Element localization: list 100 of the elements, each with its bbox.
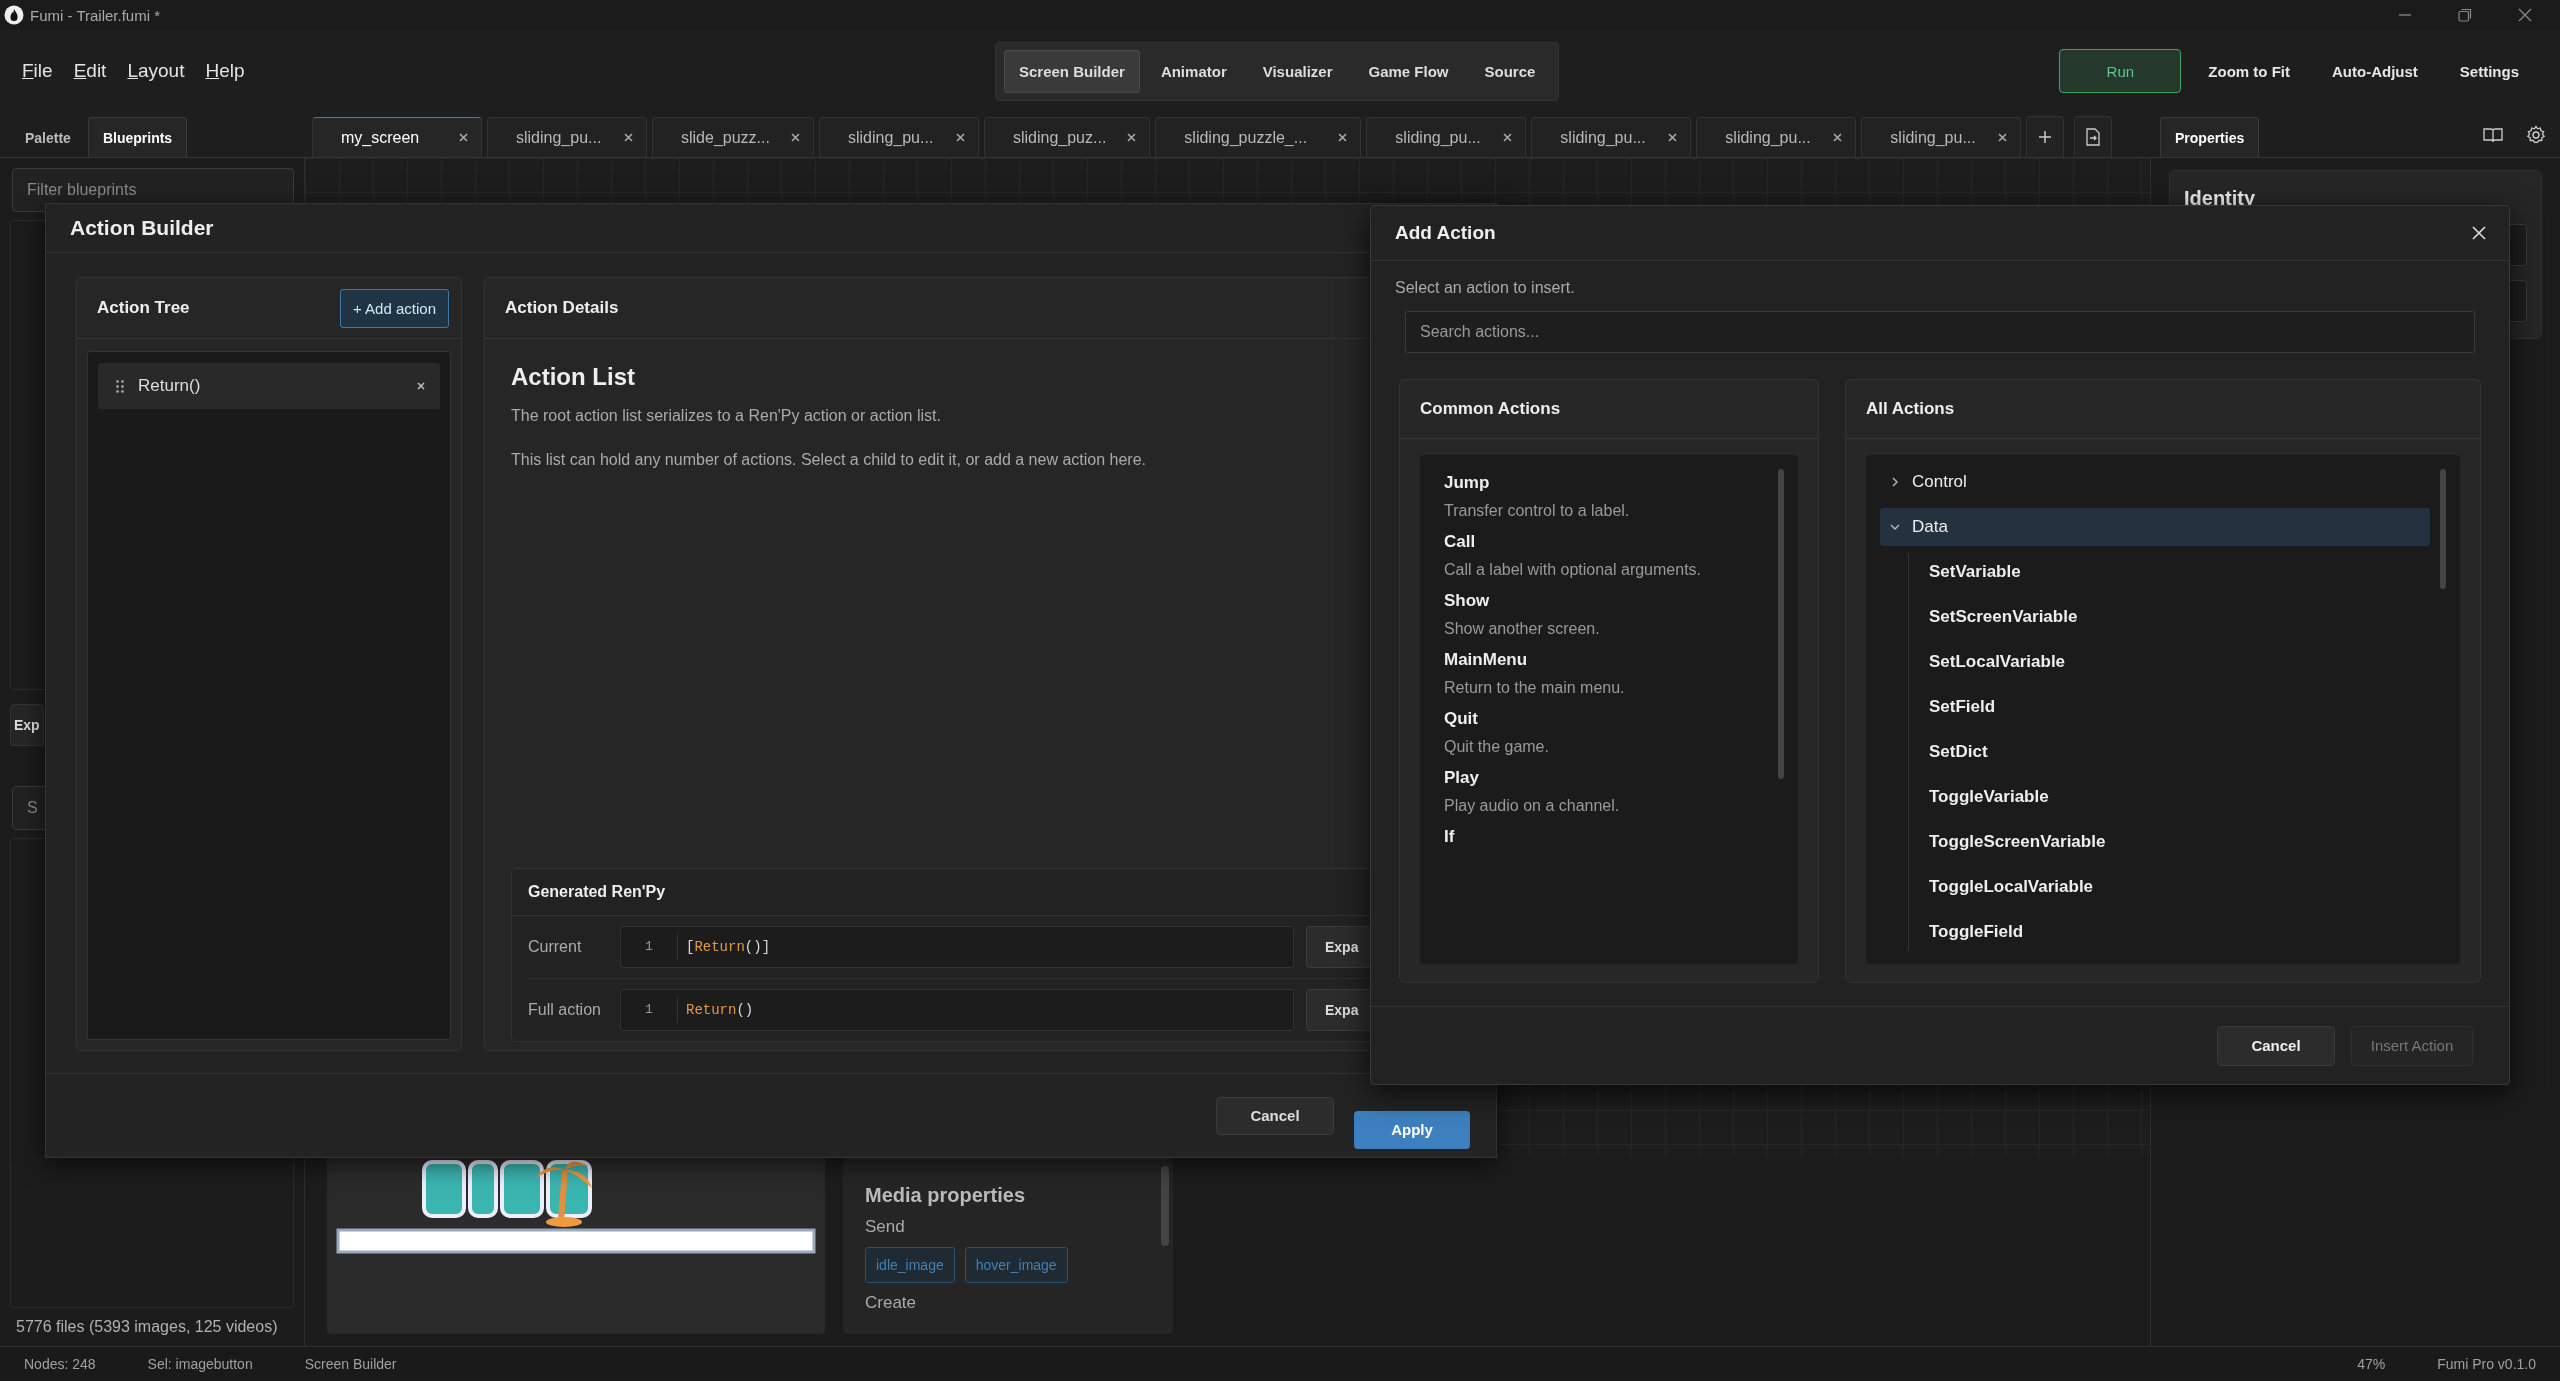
status-text: Nodes: 248	[24, 1356, 96, 1372]
panel-title: Common Actions	[1420, 399, 1561, 419]
label: Create	[865, 1293, 918, 1313]
mode-tab[interactable]: Game Flow	[1353, 49, 1464, 93]
mode-tab[interactable]: Animator	[1145, 49, 1242, 93]
new-tab-button[interactable]	[2026, 116, 2065, 157]
close-icon[interactable]	[416, 381, 426, 391]
tree-item[interactable]: SetField	[1923, 688, 2430, 726]
menu-item[interactable]: Edit	[71, 56, 109, 86]
tree-item[interactable]: Data	[1880, 508, 2430, 546]
section-title: Identity	[2184, 187, 2257, 210]
apply-button[interactable]: Apply	[1354, 1110, 1470, 1149]
tab-label[interactable]: sliding_pu...	[847, 128, 934, 147]
action-name[interactable]: Quit	[1444, 709, 1774, 729]
scrollbar[interactable]	[1161, 1166, 1169, 1246]
chevron-right-icon[interactable]	[1890, 477, 1900, 487]
close-icon[interactable]	[2518, 8, 2532, 22]
properties-tab[interactable]: Properties	[2160, 117, 2260, 157]
action-description: Call a label with optional arguments.	[1444, 561, 1703, 579]
tab-label[interactable]: sliding_pu...	[1395, 128, 1481, 147]
close-icon[interactable]	[623, 132, 634, 143]
menu-item[interactable]: Layout	[125, 56, 187, 86]
document-tab[interactable]: sliding_pu...	[1366, 117, 1527, 157]
file-count: 5776 files (5393 images, 125 videos)	[15, 1317, 279, 1337]
panel-tab[interactable]: Exp	[10, 704, 44, 746]
code-field[interactable]: 1 Return()	[620, 989, 1294, 1031]
action-description: Return to the main menu.	[1444, 679, 1626, 697]
close-icon[interactable]	[789, 132, 801, 143]
tab-label[interactable]: sliding_pu...	[1890, 128, 1976, 147]
tree-item[interactable]: SetDict	[1923, 733, 2430, 771]
dialog-title: Add Action	[1395, 222, 1496, 244]
document-tab[interactable]: sliding_pu...	[818, 117, 979, 157]
tag[interactable]: hover_image	[964, 1247, 1068, 1283]
tab-label[interactable]: sliding_pu...	[516, 128, 602, 147]
close-icon[interactable]	[1502, 132, 1514, 143]
close-icon[interactable]	[1997, 132, 2009, 143]
search-field[interactable]: Search actions...	[1405, 311, 2475, 353]
menu-item[interactable]: Help	[203, 56, 247, 86]
run-button[interactable]: Run	[2059, 49, 2182, 93]
panel-tab[interactable]: Palette	[10, 117, 86, 157]
code-field[interactable]: 1 [Return()]	[620, 926, 1294, 968]
close-icon[interactable]	[1832, 132, 1844, 143]
close-icon[interactable]	[1126, 132, 1138, 143]
tree-item[interactable]: Control	[1880, 463, 2430, 501]
close-icon[interactable]	[1667, 132, 1679, 143]
scrollbar[interactable]	[1778, 469, 1784, 779]
section-title: Action List	[511, 363, 636, 391]
scrollbar[interactable]	[2440, 469, 2446, 589]
close-icon[interactable]	[1337, 132, 1349, 143]
tree-item[interactable]: ToggleField	[1923, 913, 2430, 951]
export-file-button[interactable]	[2074, 116, 2113, 157]
menu-item[interactable]: File	[20, 56, 55, 86]
document-tab[interactable]: sliding_pu...	[1696, 117, 1857, 157]
tab-label[interactable]: sliding_pu...	[1560, 128, 1646, 147]
panel-tab[interactable]: Blueprints	[87, 117, 188, 157]
tree-item[interactable]: ToggleVariable	[1923, 778, 2430, 816]
document-tab[interactable]: sliding_pu...	[1531, 117, 1692, 157]
action-name[interactable]: If	[1444, 827, 1774, 847]
action-name[interactable]: MainMenu	[1444, 650, 1774, 670]
mode-tab[interactable]: Visualizer	[1247, 49, 1348, 93]
tab-label[interactable]: my_screen	[341, 128, 420, 147]
close-icon[interactable]	[458, 132, 469, 143]
tree-item[interactable]: Return()	[98, 363, 440, 409]
action-name[interactable]: Show	[1444, 591, 1774, 611]
document-tab[interactable]: sliding_pu...	[487, 117, 647, 157]
add-action-button[interactable]: + Add action	[340, 288, 449, 328]
toolbar-button[interactable]: Auto-Adjust	[2311, 52, 2439, 90]
book-icon[interactable]	[2483, 126, 2503, 143]
document-tab[interactable]: sliding_puz...	[983, 117, 1151, 157]
settings-icon[interactable]	[2526, 124, 2546, 145]
close-icon[interactable]	[954, 132, 966, 143]
tree-item[interactable]: ToggleLocalVariable	[1923, 868, 2430, 906]
action-description: Quit the game.	[1444, 738, 1550, 756]
tree-item[interactable]: SetVariable	[1923, 553, 2430, 591]
toolbar-button[interactable]: Settings	[2438, 52, 2540, 90]
document-tab[interactable]: my_screen	[312, 117, 482, 157]
mode-tab[interactable]: Source	[1469, 49, 1551, 93]
action-name[interactable]: Play	[1444, 768, 1774, 788]
panel-title: All Actions	[1866, 399, 1955, 419]
cancel-button[interactable]: Cancel	[2217, 1025, 2335, 1066]
tree-item[interactable]: SetLocalVariable	[1923, 643, 2430, 681]
tree-item[interactable]: SetScreenVariable	[1923, 598, 2430, 636]
restore-icon[interactable]	[2458, 8, 2472, 22]
tab-label[interactable]: sliding_pu...	[1725, 128, 1811, 147]
tab-label[interactable]: slide_puzz...	[681, 128, 770, 147]
document-tab[interactable]: slide_puzz...	[652, 117, 814, 157]
action-name[interactable]: Call	[1444, 532, 1774, 552]
document-tab[interactable]: sliding_pu...	[1861, 117, 2022, 157]
tree-item[interactable]: ToggleScreenVariable	[1923, 823, 2430, 861]
cancel-button[interactable]: Cancel	[1216, 1096, 1334, 1135]
tag[interactable]: idle_image	[865, 1247, 955, 1283]
chevron-down-icon[interactable]	[1890, 522, 1900, 532]
toolbar-button[interactable]: Zoom to Fit	[2187, 52, 2311, 90]
action-name[interactable]: Jump	[1444, 473, 1774, 493]
field-label: Full action	[528, 1001, 602, 1019]
mode-tab[interactable]: Screen Builder	[1004, 49, 1140, 93]
drag-handle-icon[interactable]	[116, 379, 124, 393]
document-tab[interactable]: sliding_puzzle_...	[1155, 117, 1362, 157]
tab-label[interactable]: sliding_puz...	[1012, 128, 1107, 147]
tab-label[interactable]: sliding_puzzle_...	[1184, 128, 1308, 147]
